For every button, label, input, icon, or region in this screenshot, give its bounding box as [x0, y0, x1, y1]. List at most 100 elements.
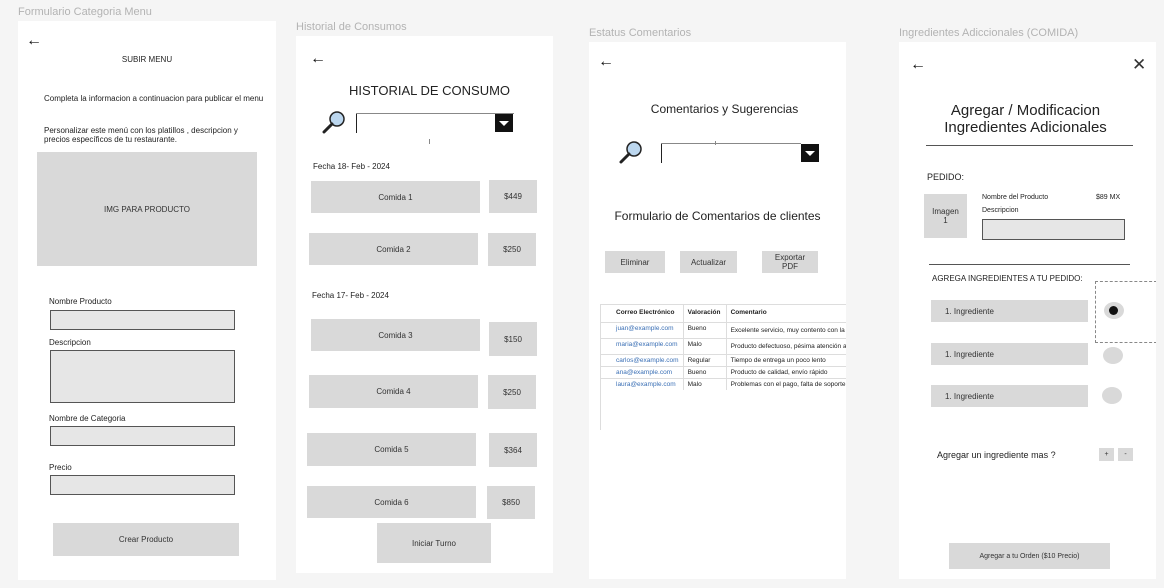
header-rating: Valoración: [682, 305, 727, 323]
frame-ingredientes: ← ✕ Agregar / Modificacion Ingredientes …: [899, 42, 1156, 579]
row-email[interactable]: ana@example.com: [601, 367, 683, 379]
header-email: Correo Electrónico: [616, 309, 675, 316]
image-label-2: 1: [943, 216, 948, 225]
description-field[interactable]: [982, 219, 1125, 240]
plus-button[interactable]: +: [1099, 448, 1114, 461]
divider: [929, 264, 1130, 265]
row-comment: Problemas con el pago, falta de soporte: [725, 378, 846, 390]
row-comment: Excelente servicio, muy contento con la …: [725, 322, 846, 339]
comments-table-wrapper: Correo Electrónico Valoración Comentario…: [600, 304, 846, 430]
nombre-categoria-field[interactable]: [50, 426, 235, 446]
search-caret: [429, 139, 430, 144]
comments-table: Correo Electrónico Valoración Comentario…: [601, 305, 846, 390]
table-row[interactable]: juan@example.com Bueno Excelente servici…: [601, 322, 846, 339]
search-icon[interactable]: [321, 109, 347, 135]
description-text: Personalizar este menú con los platillos…: [44, 126, 238, 144]
ingredient-item[interactable]: 1. Ingrediente: [931, 343, 1088, 365]
row-comment: Producto de calidad, envío rápido: [725, 366, 846, 379]
product-name: Nombre del Producto: [982, 194, 1049, 201]
row-rating: Malo: [682, 378, 727, 390]
price-comida-2: $250: [488, 233, 536, 266]
frame-subir-menu: ← SUBIR MENU Completa la informacion a c…: [18, 21, 276, 580]
page-title: HISTORIAL DE CONSUMO: [348, 83, 511, 98]
frame-label-ingredientes: Ingredientes Adiccionales (COMIDA): [899, 27, 1079, 39]
header-comment: Comentario: [725, 305, 846, 323]
frame-label-formulario: Formulario Categoria Menu: [18, 6, 152, 18]
row-email[interactable]: carlos@example.com: [601, 355, 683, 367]
back-arrow-icon[interactable]: ←: [310, 51, 326, 67]
nombre-categoria-label: Nombre de Categoria: [49, 414, 126, 423]
date-label: Fecha 17- Feb - 2024: [312, 291, 389, 300]
frame-label-historial: Historial de Consumos: [296, 21, 407, 33]
dropdown-icon[interactable]: [801, 144, 819, 162]
nombre-producto-label: Nombre Producto: [49, 297, 112, 306]
intro-text: Completa la informacion a continuacion p…: [44, 94, 264, 103]
table-row[interactable]: carlos@example.com Regular Tiempo de ent…: [601, 354, 846, 367]
frame-comentarios: ← Comentarios y Sugerencias Formulario d…: [589, 42, 846, 579]
radio-dot: [1109, 306, 1118, 315]
title-line-2: Ingredientes Adicionales: [944, 119, 1107, 136]
precio-label: Precio: [49, 463, 72, 472]
descripcion-field[interactable]: [50, 350, 235, 403]
price-comida-5: $364: [489, 433, 537, 467]
price-comida-4: $250: [488, 375, 536, 409]
description-label: Descripcion: [982, 207, 1019, 214]
row-comment: Producto defectuoso, pésima atención al …: [725, 338, 846, 355]
search-input-border: [356, 113, 514, 114]
frame-historial: ← HISTORIAL DE CONSUMO Fecha 18- Feb - 2…: [296, 36, 553, 573]
back-arrow-icon[interactable]: ←: [598, 54, 614, 70]
eliminar-button[interactable]: Eliminar: [605, 251, 665, 273]
item-comida-1[interactable]: Comida 1: [311, 181, 480, 213]
actualizar-button[interactable]: Actualizar: [680, 251, 737, 273]
item-comida-6[interactable]: Comida 6: [307, 486, 476, 518]
item-comida-4[interactable]: Comida 4: [309, 375, 478, 408]
agregar-orden-button[interactable]: Agregar a tu Orden ($10 Precio): [949, 543, 1110, 569]
row-email[interactable]: juan@example.com: [601, 323, 683, 339]
product-price: $89 MX: [1096, 194, 1121, 201]
form-title: Formulario de Comentarios de clientes: [614, 209, 821, 223]
ingredient-item[interactable]: 1. Ingrediente: [931, 300, 1088, 322]
dropdown-icon[interactable]: [495, 114, 513, 132]
row-rating: Bueno: [682, 322, 727, 339]
close-icon[interactable]: ✕: [1132, 55, 1146, 75]
table-row[interactable]: maria@example.com Malo Producto defectuo…: [601, 338, 846, 355]
search-caret: [715, 141, 716, 145]
page-title: SUBIR MENU: [121, 55, 173, 64]
row-rating: Bueno: [682, 366, 727, 379]
row-comment: Tiempo de entrega un poco lento: [725, 354, 846, 367]
back-arrow-icon[interactable]: ←: [910, 57, 926, 73]
search-icon[interactable]: [618, 139, 644, 165]
agrega-label: AGREGA INGREDIENTES A TU PEDIDO:: [932, 274, 1083, 283]
table-row[interactable]: ana@example.com Bueno Producto de calida…: [601, 366, 846, 379]
ingredient-radio[interactable]: [1102, 387, 1122, 404]
search-input[interactable]: [661, 143, 662, 163]
price-comida-1: $449: [489, 180, 537, 213]
product-image-placeholder: Imagen 1: [924, 194, 967, 238]
ingredient-item[interactable]: 1. Ingrediente: [931, 385, 1088, 407]
page-title: Agregar / Modificacion Ingredientes Adic…: [899, 102, 1152, 136]
image-label-1: Imagen: [932, 207, 959, 216]
item-comida-5[interactable]: Comida 5: [307, 433, 476, 466]
precio-field[interactable]: [50, 475, 235, 495]
search-input[interactable]: [356, 113, 357, 133]
crear-producto-button[interactable]: Crear Producto: [53, 523, 239, 556]
search-input-border: [661, 143, 801, 144]
price-comida-6: $850: [487, 486, 535, 519]
table-row[interactable]: laura@example.com Malo Problemas con el …: [601, 378, 846, 391]
row-email[interactable]: maria@example.com: [601, 339, 683, 355]
iniciar-turno-button[interactable]: Iniciar Turno: [377, 523, 491, 563]
back-arrow-icon[interactable]: ←: [26, 33, 42, 49]
row-rating: Malo: [682, 338, 727, 355]
item-comida-2[interactable]: Comida 2: [309, 233, 478, 265]
row-email[interactable]: laura@example.com: [601, 379, 683, 391]
minus-button[interactable]: -: [1118, 448, 1133, 461]
ingredient-radio[interactable]: [1103, 347, 1123, 364]
nombre-producto-field[interactable]: [50, 310, 235, 330]
item-comida-3[interactable]: Comida 3: [311, 319, 480, 351]
row-rating: Regular: [682, 354, 727, 367]
product-image-placeholder[interactable]: IMG PARA PRODUCTO: [37, 152, 257, 266]
exportar-pdf-button[interactable]: Exportar PDF: [762, 251, 818, 273]
frame-label-estatus: Estatus Comentarios: [589, 27, 692, 39]
date-label: Fecha 18- Feb - 2024: [313, 162, 390, 171]
title-line-1: Agregar / Modificacion: [950, 102, 1101, 119]
